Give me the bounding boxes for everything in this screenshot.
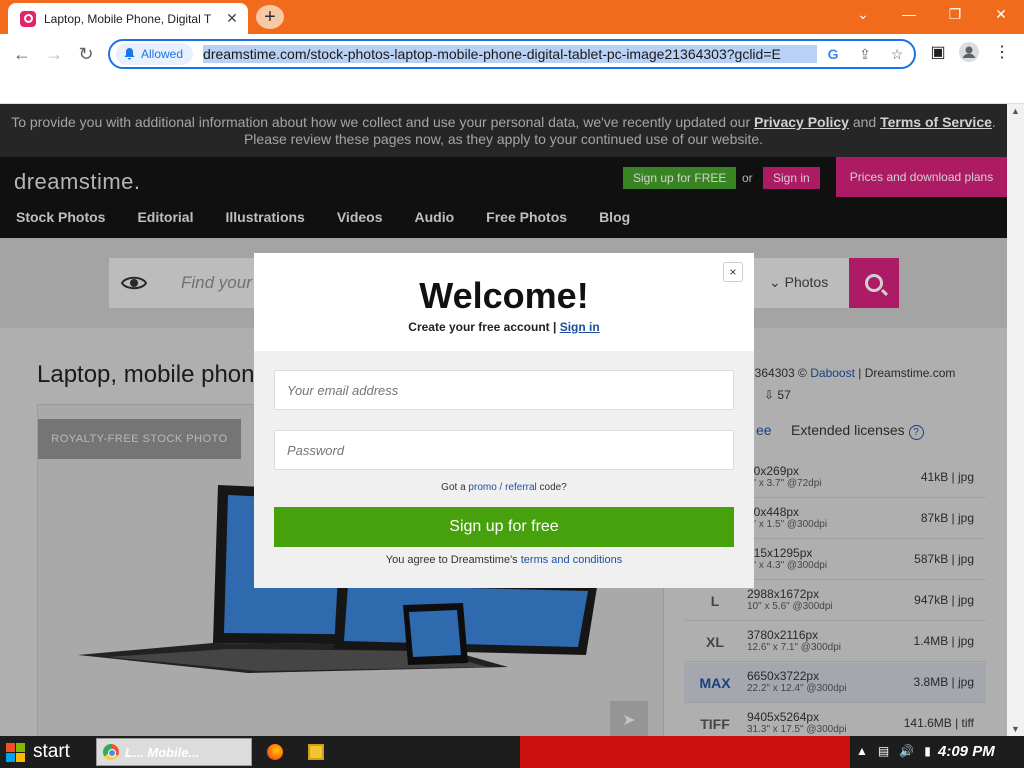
system-tray: ▲ ▤ 🔊 ▮ [856, 744, 931, 758]
network-icon[interactable]: ▤ [878, 744, 889, 758]
bell-icon [124, 48, 135, 60]
terms-link[interactable]: terms and conditions [521, 554, 623, 566]
bookmarks-bar [0, 74, 1024, 104]
separator: | [549, 320, 560, 334]
scroll-up-icon[interactable]: ▲ [1011, 106, 1020, 116]
start-label: start [33, 741, 70, 762]
reload-button[interactable]: ↻ [70, 44, 102, 65]
address-bar[interactable]: Allowed dreamstime.com/stock-photos-lapt… [108, 39, 916, 69]
chrome-icon [103, 744, 119, 760]
promo-text: Got a promo / referral code? [254, 482, 754, 493]
forward-button[interactable]: → [38, 44, 70, 65]
sidebar-icon[interactable]: ▣ [926, 42, 950, 62]
tab-title: Laptop, Mobile Phone, Digital T [44, 11, 212, 26]
site-permission-chip[interactable]: Allowed [116, 43, 194, 65]
create-account-text: Create your free account [408, 320, 550, 334]
tab-close-icon[interactable]: ✕ [224, 10, 240, 27]
tray-arrow-icon[interactable]: ▲ [856, 744, 868, 758]
url-text[interactable]: dreamstime.com/stock-photos-laptop-mobil… [203, 45, 818, 63]
kebab-menu-icon[interactable]: ⋮ [990, 42, 1014, 62]
scroll-down-icon[interactable]: ▼ [1011, 724, 1020, 734]
browser-toolbar: ← → ↻ Allowed dreamstime.com/stock-photo… [0, 34, 1024, 74]
back-button[interactable]: ← [6, 44, 38, 65]
close-window-button[interactable]: ✕ [986, 6, 1016, 23]
power-icon[interactable]: ▮ [924, 744, 931, 758]
page-scrollbar[interactable]: ▲ ▼ [1007, 104, 1024, 736]
site-chip-label: Allowed [141, 47, 184, 61]
start-button[interactable]: start [0, 736, 90, 768]
promo-link[interactable]: promo / referral [468, 482, 536, 493]
agree-text: You agree to Dreamstime's terms and cond… [254, 554, 754, 566]
new-tab-button[interactable]: + [256, 5, 284, 29]
volume-icon[interactable]: 🔊 [899, 744, 914, 758]
modal-title: Welcome! [419, 275, 589, 316]
password-field[interactable] [274, 430, 734, 470]
firefox-icon[interactable] [267, 744, 283, 760]
folder-icon[interactable] [308, 744, 324, 760]
welcome-modal: × Welcome! Create your free account | Si… [254, 253, 754, 588]
taskbar-item-label: L... Mobile... [125, 744, 200, 760]
google-lens-icon[interactable]: G [817, 46, 849, 62]
windows-logo-icon [6, 742, 25, 762]
browser-title-bar: Laptop, Mobile Phone, Digital T ✕ + ⌄ — … [0, 0, 1024, 34]
star-icon[interactable]: ☆ [881, 46, 913, 63]
tab-search-icon[interactable]: ⌄ [848, 6, 878, 23]
promo-post: code? [536, 482, 567, 493]
agree-pre: You agree to Dreamstime's [385, 554, 521, 566]
modal-signin-link[interactable]: Sign in [560, 320, 600, 334]
minimize-button[interactable]: — [894, 6, 924, 22]
desktop-wallpaper-strip [520, 736, 850, 768]
profile-icon[interactable] [957, 42, 981, 67]
taskbar-chrome-item[interactable]: L... Mobile... [96, 738, 252, 766]
browser-tab[interactable]: Laptop, Mobile Phone, Digital T ✕ [8, 3, 248, 34]
modal-header: × Welcome! Create your free account | Si… [254, 253, 754, 351]
modal-subtitle: Create your free account | Sign in [254, 320, 754, 334]
promo-pre: Got a [441, 482, 469, 493]
email-field[interactable] [274, 370, 734, 410]
signup-button[interactable]: Sign up for free [274, 507, 734, 547]
dreamstime-favicon-icon [20, 10, 36, 27]
share-icon[interactable]: ⇪ [849, 46, 881, 63]
clock[interactable]: 4:09 PM [938, 743, 995, 760]
restore-button[interactable]: ❐ [940, 6, 970, 23]
taskbar: start L... Mobile... ▲ ▤ 🔊 ▮ 4:09 PM [0, 736, 1024, 768]
